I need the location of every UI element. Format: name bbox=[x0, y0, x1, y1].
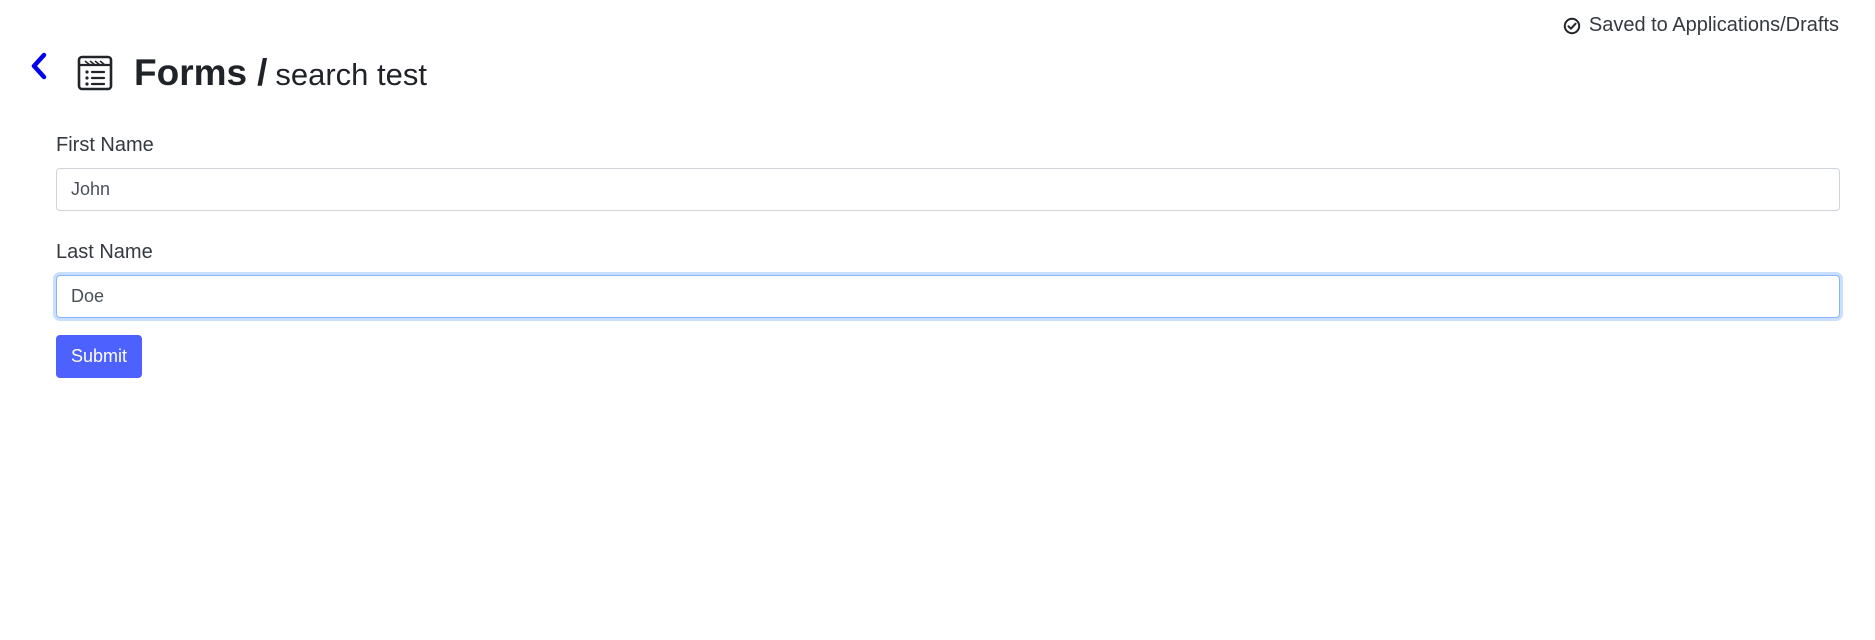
title-separator: / bbox=[257, 52, 268, 93]
submit-button[interactable]: Submit bbox=[56, 335, 143, 378]
page-title-main: Forms bbox=[134, 52, 248, 93]
save-status: Saved to Applications/Drafts bbox=[1563, 14, 1839, 37]
first-name-field[interactable] bbox=[56, 168, 1840, 211]
form: First Name Last Name Submit bbox=[56, 134, 1840, 378]
last-name-field[interactable] bbox=[56, 275, 1840, 318]
back-button[interactable] bbox=[28, 51, 50, 81]
page-header: Forms / search test bbox=[28, 52, 427, 94]
check-circle-icon bbox=[1563, 17, 1581, 34]
last-name-label: Last Name bbox=[56, 241, 153, 263]
first-name-group: First Name bbox=[56, 134, 1840, 211]
form-document-icon bbox=[77, 55, 113, 91]
last-name-group: Last Name bbox=[56, 241, 1840, 318]
first-name-label: First Name bbox=[56, 134, 154, 156]
page: Saved to Applications/Drafts Forms / sea… bbox=[0, 0, 1875, 640]
save-status-text: Saved to Applications/Drafts bbox=[1588, 14, 1839, 36]
chevron-left-icon bbox=[31, 52, 47, 80]
page-subtitle: search test bbox=[275, 57, 427, 92]
page-title: Forms / search test bbox=[134, 52, 427, 94]
